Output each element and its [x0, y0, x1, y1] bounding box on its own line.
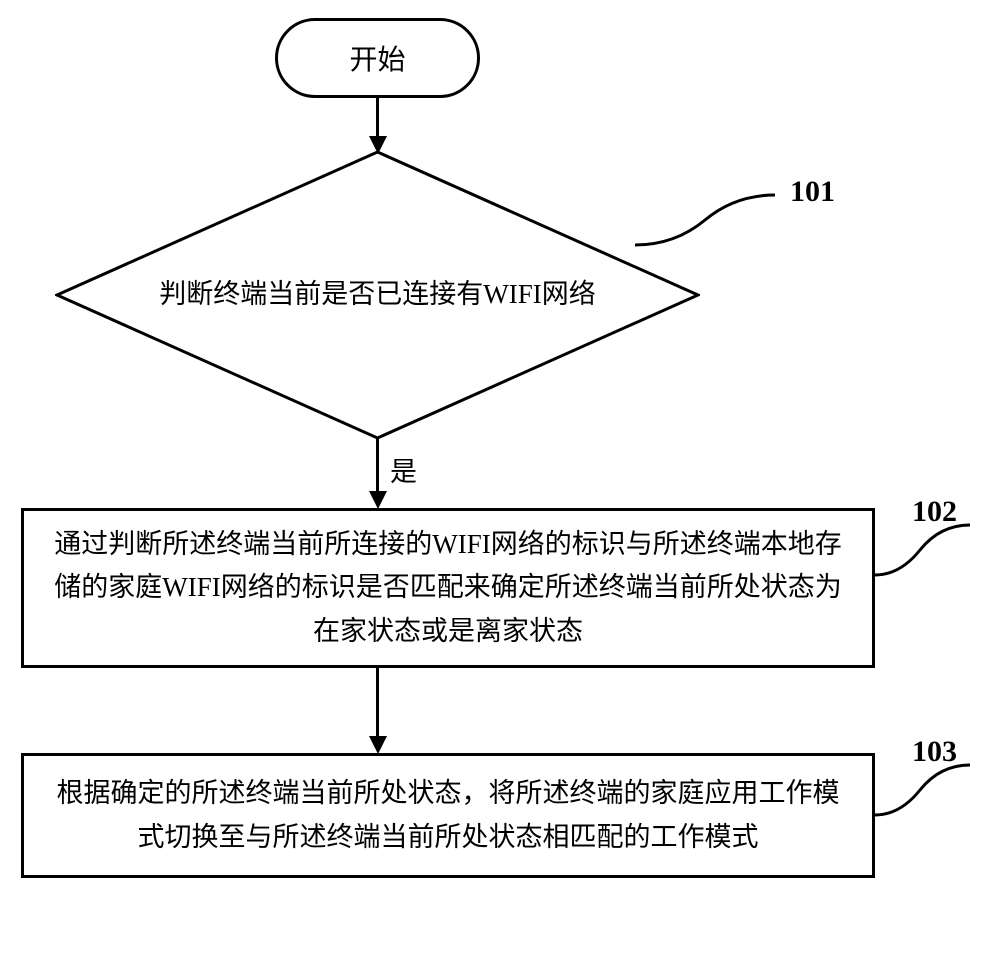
- connector-102: [875, 520, 970, 590]
- connector-101: [635, 190, 785, 260]
- step3-text: 根据确定的所述终端当前所处状态，将所述终端的家庭应用工作模式切换至与所述终端当前…: [48, 772, 848, 858]
- step2-text: 通过判断所述终端当前所连接的WIFI网络的标识与所述终端本地存储的家庭WIFI网…: [48, 523, 848, 653]
- decision-diamond: 判断终端当前是否已连接有WIFI网络: [55, 150, 700, 440]
- arrow-head-3: [369, 736, 387, 754]
- arrow-start-to-diamond: [376, 98, 379, 138]
- process-step3: 根据确定的所述终端当前所处状态，将所述终端的家庭应用工作模式切换至与所述终端当前…: [21, 753, 875, 878]
- process-step2: 通过判断所述终端当前所连接的WIFI网络的标识与所述终端本地存储的家庭WIFI网…: [21, 508, 875, 668]
- label-101: 101: [790, 175, 835, 209]
- label-102: 102: [912, 495, 957, 529]
- arrow-head-2: [369, 491, 387, 509]
- arrow-step2-to-step3: [376, 668, 379, 738]
- start-label: 开始: [349, 38, 405, 78]
- label-103: 103: [912, 735, 957, 769]
- decision-text: 判断终端当前是否已连接有WIFI网络: [120, 276, 636, 314]
- flowchart-container: 开始 判断终端当前是否已连接有WIFI网络 101 是 通过判断所述终端当前所连…: [0, 0, 1000, 957]
- edge-yes-label: 是: [390, 450, 417, 489]
- connector-103: [875, 760, 970, 830]
- start-terminator: 开始: [275, 18, 480, 98]
- arrow-diamond-to-step2: [376, 438, 379, 493]
